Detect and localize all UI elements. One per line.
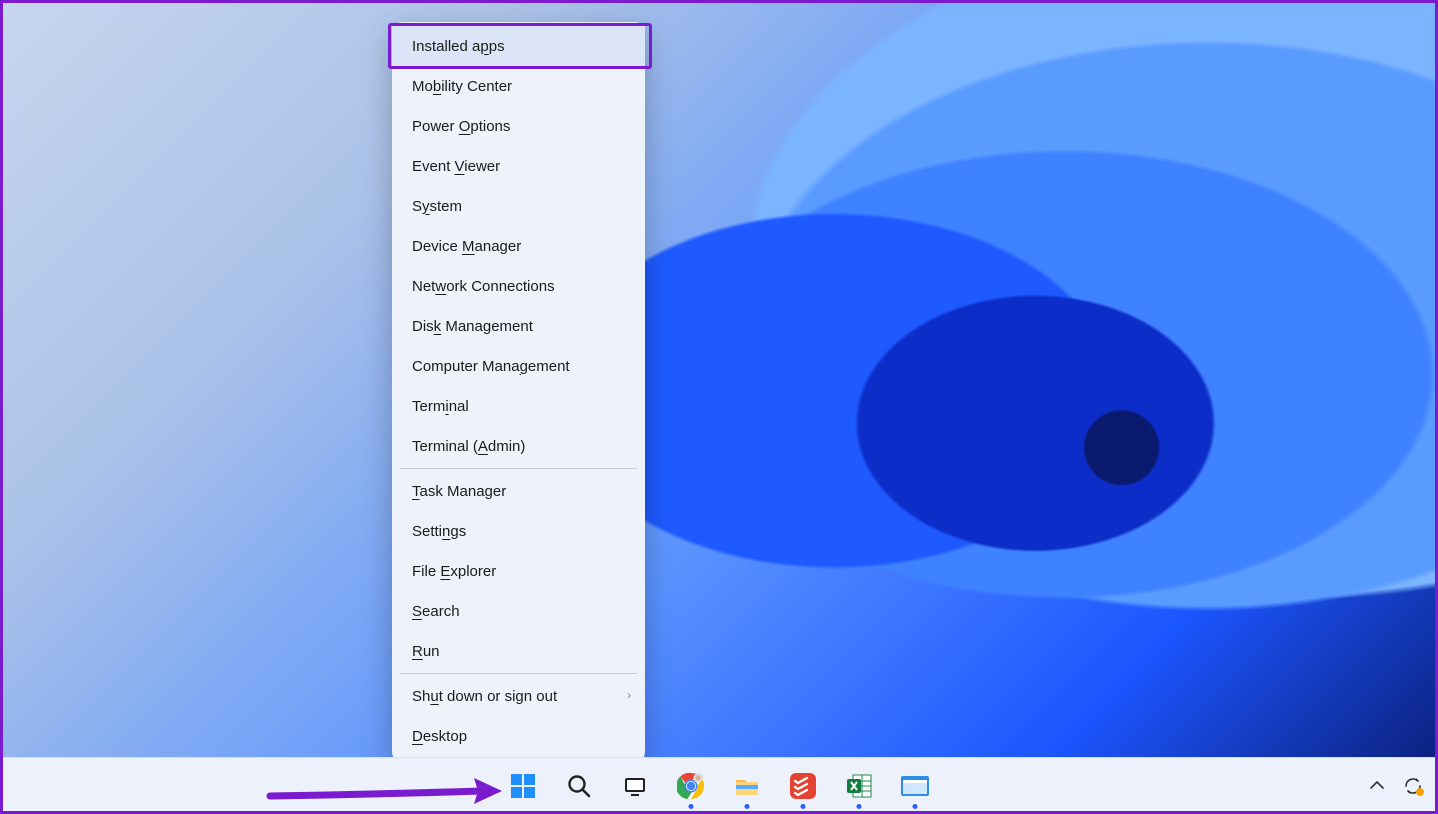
menu-item-desktop[interactable]: Desktop <box>392 716 645 756</box>
excel-icon <box>845 772 873 800</box>
menu-item-search[interactable]: Search <box>392 591 645 631</box>
chevron-right-icon: › <box>627 690 631 702</box>
start-button[interactable] <box>508 771 538 801</box>
menu-item-shutdown[interactable]: Shut down or sign out › <box>392 676 645 716</box>
menu-item-system[interactable]: System <box>392 186 645 226</box>
menu-item-label: Run <box>412 643 440 660</box>
menu-item-power-options[interactable]: Power Options <box>392 106 645 146</box>
menu-item-label: Task Manager <box>412 483 506 500</box>
explorer-icon <box>733 772 761 800</box>
task-view-button[interactable] <box>620 771 650 801</box>
taskbar-center-apps <box>508 771 930 801</box>
menu-item-terminal[interactable]: Terminal <box>392 386 645 426</box>
menu-item-label: Terminal (Admin) <box>412 438 525 455</box>
menu-item-run[interactable]: Run <box>392 631 645 671</box>
microsoft-excel-app[interactable] <box>844 771 874 801</box>
menu-item-label: Device Manager <box>412 238 521 255</box>
menu-item-terminal-admin[interactable]: Terminal (Admin) <box>392 426 645 466</box>
run-icon <box>900 775 930 797</box>
menu-item-device-manager[interactable]: Device Manager <box>392 226 645 266</box>
menu-item-label: File Explorer <box>412 563 496 580</box>
menu-item-label: Search <box>412 603 460 620</box>
menu-item-computer-management[interactable]: Computer Management <box>392 346 645 386</box>
menu-item-label: Computer Management <box>412 358 570 375</box>
search-button[interactable] <box>564 771 594 801</box>
start-context-menu: Installed apps Mobility Center Power Optio… <box>392 22 645 762</box>
menu-item-settings[interactable]: Settings <box>392 511 645 551</box>
menu-divider <box>400 673 637 674</box>
run-dialog-app[interactable] <box>900 771 930 801</box>
menu-item-mobility-center[interactable]: Mobility Center <box>392 66 645 106</box>
menu-item-label: Mobility Center <box>412 78 512 95</box>
windows-update-tray-icon[interactable] <box>1402 775 1424 797</box>
tray-overflow-button[interactable] <box>1366 775 1388 797</box>
menu-item-label: System <box>412 198 462 215</box>
menu-item-label: Power Options <box>412 118 510 135</box>
chrome-icon <box>677 772 705 800</box>
menu-item-label: Disk Management <box>412 318 533 335</box>
menu-item-disk-management[interactable]: Disk Management <box>392 306 645 346</box>
todoist-app[interactable] <box>788 771 818 801</box>
start-icon <box>509 772 537 800</box>
menu-item-installed-apps[interactable]: Installed apps <box>392 26 645 66</box>
taskview-icon <box>622 773 648 799</box>
menu-item-network-connections[interactable]: Network Connections <box>392 266 645 306</box>
taskbar <box>0 757 1438 814</box>
search-icon <box>566 773 592 799</box>
menu-divider <box>400 468 637 469</box>
file-explorer-app[interactable] <box>732 771 762 801</box>
menu-item-label: Settings <box>412 523 466 540</box>
menu-item-event-viewer[interactable]: Event Viewer <box>392 146 645 186</box>
todoist-icon <box>789 772 817 800</box>
google-chrome-app[interactable] <box>676 771 706 801</box>
system-tray <box>1366 775 1424 797</box>
menu-item-label: Shut down or sign out <box>412 688 557 705</box>
menu-item-label: Desktop <box>412 728 467 745</box>
desktop-wallpaper <box>0 0 1438 814</box>
menu-item-file-explorer[interactable]: File Explorer <box>392 551 645 591</box>
menu-item-label: Installed apps <box>412 38 505 55</box>
menu-item-label: Event Viewer <box>412 158 500 175</box>
menu-item-task-manager[interactable]: Task Manager <box>392 471 645 511</box>
menu-item-label: Terminal <box>412 398 469 415</box>
menu-item-label: Network Connections <box>412 278 555 295</box>
